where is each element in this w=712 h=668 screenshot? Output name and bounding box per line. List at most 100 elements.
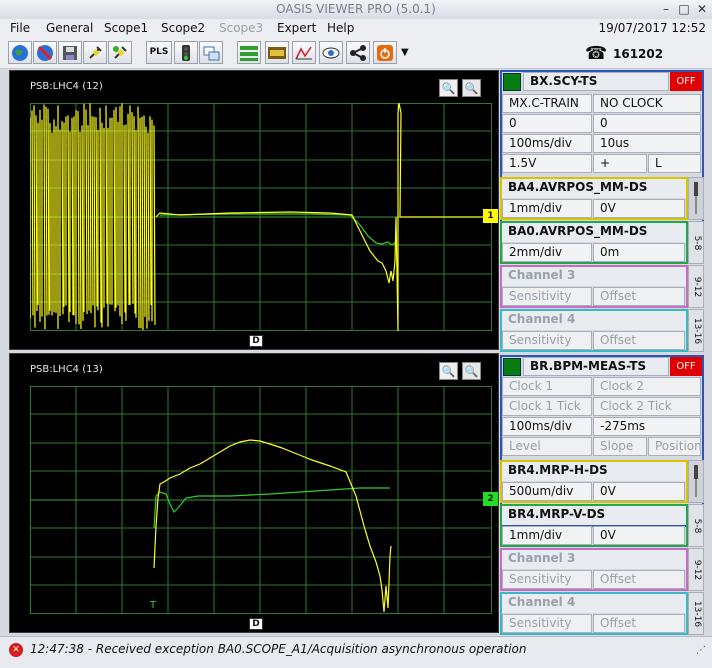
scope2-clock1-select[interactable]: Clock 1 <box>502 377 592 396</box>
scope2-channel4-name[interactable]: Channel 4 <box>502 594 686 613</box>
save-icon[interactable] <box>58 41 82 64</box>
plug-auto-icon[interactable] <box>108 41 132 64</box>
menu-scope3[interactable]: Scope3 <box>219 21 263 35</box>
minimize-button[interactable]: – <box>658 1 674 17</box>
menu-scope2[interactable]: Scope2 <box>161 21 205 35</box>
scope2-channel2-offset[interactable]: 0V <box>593 526 685 545</box>
scope1-clock-select[interactable]: NO CLOCK <box>593 94 701 113</box>
zoom-in-icon[interactable]: 🔍 <box>439 362 458 380</box>
scope1-channel2-sensitivity[interactable]: 2mm/div <box>502 243 592 262</box>
scope1-channel3-name[interactable]: Channel 3 <box>502 267 686 286</box>
scope2-clock2-select[interactable]: Clock 2 <box>593 377 701 396</box>
scope1-channel3-sensitivity[interactable]: Sensitivity <box>502 287 592 306</box>
scope1-channel1-sensitivity[interactable]: 1mm/div <box>502 199 592 218</box>
error-icon[interactable]: ✕ <box>9 643 23 657</box>
scope2-delay-field[interactable]: -275ms <box>593 417 701 436</box>
scope1-trigger-marker[interactable]: D <box>249 335 263 347</box>
scope1-timebase-field[interactable]: 100ms/div <box>502 134 592 153</box>
scope2-level-field[interactable]: Level <box>502 437 592 456</box>
noise-line <box>77 111 80 325</box>
scope1-delay2-field[interactable]: 0 <box>593 114 701 133</box>
scope1-tab-9-12[interactable]: 9-12 <box>688 265 704 308</box>
scope1-channel2-name[interactable]: BA0.AVRPOS_MM-DS <box>502 223 686 242</box>
zoom-in-icon[interactable]: 🔍 <box>439 79 458 97</box>
scope2-trigger-marker[interactable]: D <box>249 618 263 630</box>
scope2-channel1-name[interactable]: BR4.MRP-H-DS <box>502 462 686 481</box>
scope2-tab-13-16[interactable]: 13-16 <box>688 592 704 635</box>
scope1-source-name[interactable]: BX.SCY-TS <box>523 72 669 91</box>
layout-icon[interactable] <box>237 41 261 64</box>
scope2-channel-marker[interactable]: 2 <box>483 492 498 506</box>
scope1-channel3-offset[interactable]: Offset <box>593 287 685 306</box>
zoom-out-icon[interactable]: 🔍 <box>462 362 481 380</box>
scope2-tab-5-8[interactable]: 5-8 <box>688 504 704 547</box>
scope1-display[interactable]: PSB:LHC4 (12) 🔍 🔍 D <box>9 70 499 350</box>
scope2-off-button[interactable]: OFF <box>670 357 702 376</box>
scope2-channel3-offset[interactable]: Offset <box>593 570 685 589</box>
scope2-source-name[interactable]: BR.BPM-MEAS-TS <box>523 357 669 376</box>
scope2-channel3-name[interactable]: Channel 3 <box>502 550 686 569</box>
noise-line <box>89 103 92 314</box>
disconnect-icon[interactable] <box>33 41 57 64</box>
scope2-clock2-tick[interactable]: Clock 2 Tick <box>593 397 701 416</box>
scope1-coupling-field[interactable]: L <box>648 154 701 173</box>
scope1-channel2-offset[interactable]: 0m <box>593 243 685 262</box>
menu-file[interactable]: File <box>10 21 30 35</box>
scope2-slope-field[interactable]: Slope <box>593 437 647 456</box>
maximize-button[interactable]: □ <box>676 1 692 17</box>
scope1-source-indicator[interactable] <box>503 73 521 91</box>
film-icon[interactable] <box>265 41 289 64</box>
scope1-delay1-field[interactable]: 0 <box>502 114 592 133</box>
scope1-plot <box>30 103 492 331</box>
scope2-channel3-sensitivity[interactable]: Sensitivity <box>502 570 592 589</box>
chevron-down-icon[interactable]: ▼ <box>401 47 409 58</box>
scope1-position-field[interactable]: 10us <box>593 134 701 153</box>
eye-icon[interactable] <box>319 41 343 64</box>
scope1-level-field[interactable]: 1.5V <box>502 154 592 173</box>
scope2-display[interactable]: PSB:LHC4 (13) 🔍 🔍 T D <box>9 353 499 633</box>
noise-line <box>43 104 46 330</box>
resize-grip-icon[interactable]: ⋰ <box>696 645 706 656</box>
noise-line <box>45 106 48 316</box>
menu-general[interactable]: General <box>46 21 93 35</box>
scope1-channel4-sensitivity[interactable]: Sensitivity <box>502 331 592 350</box>
menu-help[interactable]: Help <box>327 21 354 35</box>
scope2-channel2-sensitivity[interactable]: 1mm/div <box>502 526 592 545</box>
menu-expert[interactable]: Expert <box>277 21 316 35</box>
scope1-channel1-name[interactable]: BA4.AVRPOS_MM-DS <box>502 179 686 198</box>
scope1-channel1-offset[interactable]: 0V <box>593 199 685 218</box>
traffic-light-icon[interactable] <box>174 41 198 64</box>
scope2-channel1-offset[interactable]: 0V <box>593 482 685 501</box>
noise-line <box>123 125 126 313</box>
scope2-source-indicator[interactable] <box>503 358 521 376</box>
zoom-out-icon[interactable]: 🔍 <box>462 79 481 97</box>
scope2-channel2-name[interactable]: BR4.MRP-V-DS <box>502 506 686 525</box>
noise-line <box>113 109 116 312</box>
scope1-slope-field[interactable]: + <box>593 154 647 173</box>
globe-icon[interactable] <box>8 41 32 64</box>
math-icon[interactable] <box>292 41 316 64</box>
scope1-probe-icon[interactable] <box>688 177 704 220</box>
scope1-channel4-name[interactable]: Channel 4 <box>502 311 686 330</box>
scope2-probe-icon[interactable] <box>688 460 704 503</box>
close-button[interactable]: ✕ <box>694 1 710 17</box>
plug-icon[interactable] <box>83 41 107 64</box>
pls-button[interactable]: PLS <box>146 41 172 64</box>
scope1-trigger-select[interactable]: MX.C-TRAIN <box>502 94 592 113</box>
scope2-channel4-offset[interactable]: Offset <box>593 614 685 633</box>
windows-icon[interactable] <box>199 41 223 64</box>
share-icon[interactable] <box>346 41 370 64</box>
scope1-off-button[interactable]: OFF <box>670 72 702 91</box>
scope1-channel4-offset[interactable]: Offset <box>593 331 685 350</box>
scope1-channel-marker[interactable]: 1 <box>483 209 498 223</box>
scope2-tab-9-12[interactable]: 9-12 <box>688 548 704 591</box>
scope1-tab-5-8[interactable]: 5-8 <box>688 221 704 264</box>
scope2-timebase-field[interactable]: 100ms/div <box>502 417 592 436</box>
scope2-channel1-sensitivity[interactable]: 500um/div <box>502 482 592 501</box>
scope2-clock1-tick[interactable]: Clock 1 Tick <box>502 397 592 416</box>
power-icon[interactable] <box>373 41 397 64</box>
scope2-channel4-sensitivity[interactable]: Sensitivity <box>502 614 592 633</box>
scope1-tab-13-16[interactable]: 13-16 <box>688 309 704 352</box>
menu-scope1[interactable]: Scope1 <box>104 21 148 35</box>
scope2-position-field[interactable]: Position <box>648 437 701 456</box>
